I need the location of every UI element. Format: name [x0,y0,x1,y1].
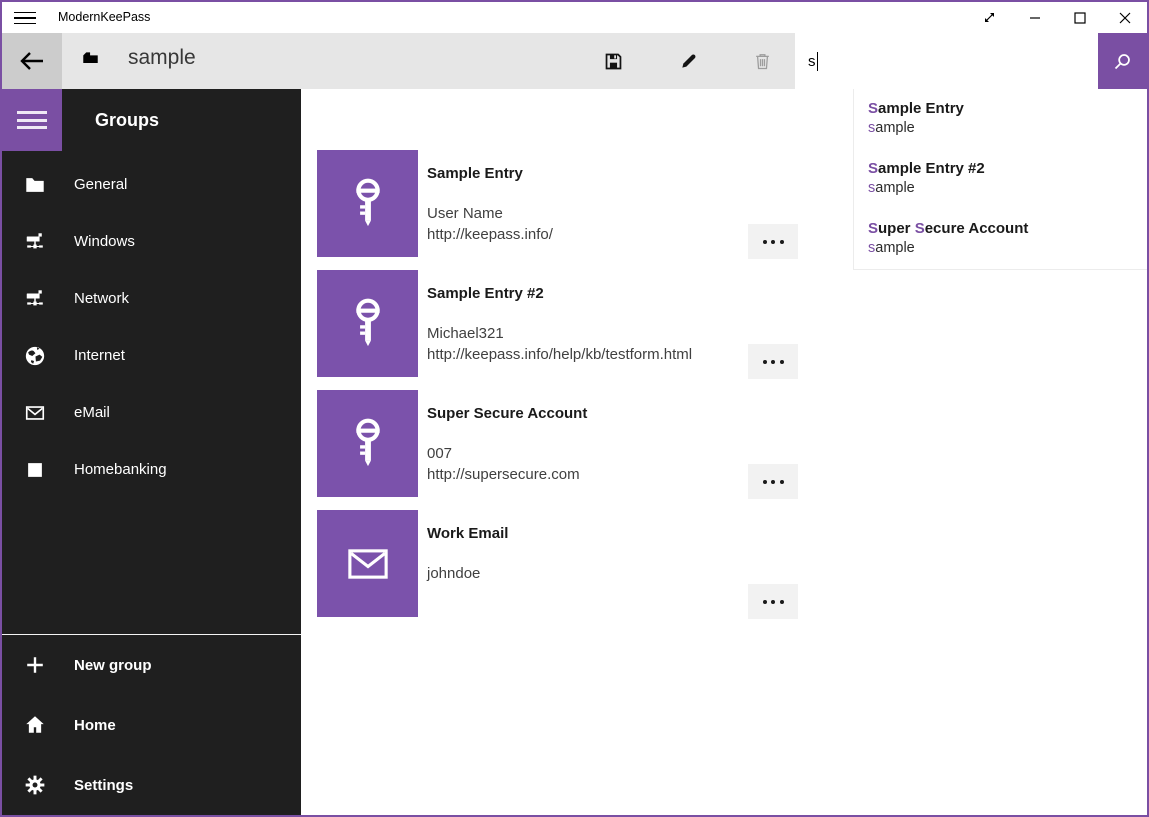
mail-icon [348,549,388,579]
mail-icon [24,402,46,424]
sidebar: Groups General [2,89,301,815]
back-arrow-icon [19,50,45,72]
edit-button[interactable] [656,33,720,89]
entry-row-sample-entry-2[interactable]: Sample Entry #2 Michael321 http://keepas… [317,270,798,377]
titlebar: ModernKeePass [2,2,1147,33]
maximize-icon [1074,12,1086,24]
home-icon [24,714,46,736]
search-suggestions: Sample Entry sample Sample Entry #2 samp… [853,89,1147,270]
entry-tile [317,150,418,257]
new-group-button[interactable]: New group [2,635,301,695]
plus-icon [24,654,46,676]
suggestion-title: Super Secure Account [868,219,1147,238]
trash-icon [753,52,772,71]
globe-icon [24,345,46,367]
entry-row-super-secure-account[interactable]: Super Secure Account 007 http://supersec… [317,390,798,497]
close-button[interactable] [1102,2,1147,33]
suggestion-group: sample [868,238,1147,258]
search-icon [1112,51,1133,72]
sidebar-item-homebanking[interactable]: Homebanking [2,441,301,498]
entry-title: Super Secure Account [427,405,587,422]
more-button[interactable] [748,584,798,619]
suggestion-group: sample [868,118,1147,138]
key-icon [348,296,388,352]
text-caret [817,52,818,71]
fullscreen-button[interactable] [967,2,1012,33]
hamburger-button[interactable] [2,89,62,151]
maximize-button[interactable] [1057,2,1102,33]
pencil-icon [679,52,698,71]
database-title: sample [128,46,196,70]
titlebar-hamburger-icon[interactable] [14,9,36,27]
save-icon [604,52,623,71]
suggestion-title: Sample Entry #2 [868,159,1147,178]
entry-row-sample-entry[interactable]: Sample Entry User Name http://keepass.in… [317,150,798,257]
close-icon [1119,12,1131,24]
key-icon [348,176,388,232]
more-button[interactable] [748,464,798,499]
entry-username: johndoe [427,564,480,585]
entry-username: 007 [427,444,580,465]
suggestion-title: Sample Entry [868,99,1147,118]
home-button[interactable]: Home [2,695,301,755]
sidebar-item-network[interactable]: Network [2,270,301,327]
entry-details: 007 http://supersecure.com [427,444,580,485]
suggestion-item[interactable]: Sample Entry #2 sample [854,149,1147,209]
settings-button[interactable]: Settings [2,755,301,815]
gear-icon [24,774,46,796]
entry-url: http://keepass.info/help/kb/testform.htm… [427,345,692,366]
entry-tile [317,390,418,497]
square-icon [24,459,46,481]
search-input[interactable]: s [795,33,1098,89]
app-window: ModernKeePass [0,0,1149,817]
database-icon [82,51,99,64]
sidebar-item-email[interactable]: eMail [2,384,301,441]
entry-title: Sample Entry #2 [427,285,544,302]
entry-title: Sample Entry [427,165,523,182]
entry-username: User Name [427,204,553,225]
entry-details: Michael321 http://keepass.info/help/kb/t… [427,324,692,365]
fullscreen-icon [982,10,997,25]
suggestion-item[interactable]: Sample Entry sample [854,89,1147,149]
groups-heading: Groups [95,110,159,131]
app-title: ModernKeePass [58,10,150,24]
sidebar-header: Groups [2,89,301,151]
search-area: s [795,33,1147,89]
network-icon [24,231,46,253]
entry-username: Michael321 [427,324,692,345]
minimize-icon [1029,12,1041,24]
minimize-button[interactable] [1012,2,1057,33]
sidebar-item-windows[interactable]: Windows [2,213,301,270]
sidebar-item-internet[interactable]: Internet [2,327,301,384]
entry-url: http://keepass.info/ [427,225,553,246]
more-button[interactable] [748,224,798,259]
suggestion-group: sample [868,178,1147,198]
sidebar-spacer [2,498,301,634]
entry-row-work-email[interactable]: Work Email johndoe [317,510,798,617]
entry-url: http://supersecure.com [427,465,580,486]
entry-title: Work Email [427,525,508,542]
sidebar-actions: New group Home [2,635,301,815]
suggestion-item[interactable]: Super Secure Account sample [854,209,1147,269]
sidebar-item-general[interactable]: General [2,156,301,213]
entry-details: johndoe [427,564,480,585]
entry-tile [317,510,418,617]
command-bar: sample [2,33,1147,89]
save-button[interactable] [581,33,645,89]
group-list: General Windows [2,156,301,498]
window-controls [967,2,1147,33]
folder-icon [24,174,46,196]
search-button[interactable] [1098,33,1147,89]
delete-button[interactable] [730,33,794,89]
more-button[interactable] [748,344,798,379]
key-icon [348,416,388,472]
back-button[interactable] [2,33,62,89]
search-input-value: s [808,53,816,70]
entry-tile [317,270,418,377]
entry-details: User Name http://keepass.info/ [427,204,553,245]
network-icon [24,288,46,310]
